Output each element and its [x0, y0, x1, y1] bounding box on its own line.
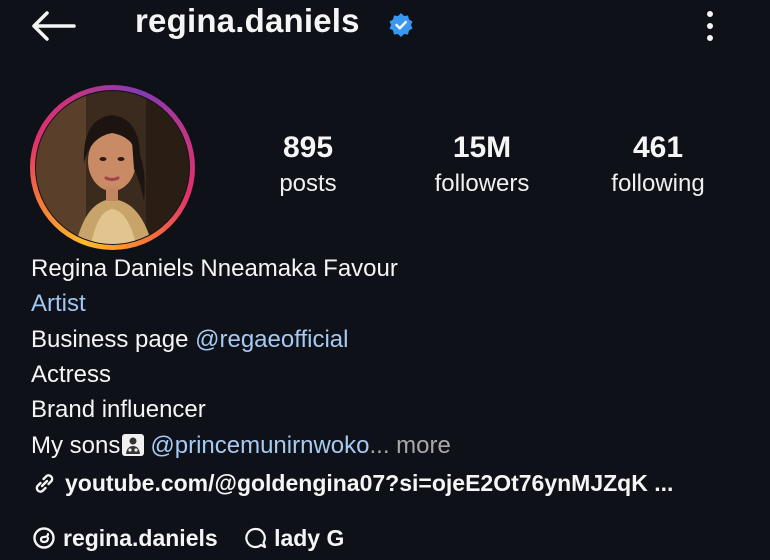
- following-count: 461: [632, 131, 684, 164]
- followers-count: 15M: [452, 131, 512, 164]
- threads-handle-link[interactable]: regina.daniels: [63, 525, 218, 551]
- bio-line-actress: Actress: [31, 361, 112, 388]
- sons-mention-link[interactable]: @princemunirnwoko: [150, 432, 369, 459]
- posts-count: 895: [282, 131, 334, 164]
- avatar[interactable]: [36, 91, 189, 244]
- bio-sons-text: My sons: [31, 432, 121, 459]
- baby-emoji-icon: [122, 434, 145, 456]
- link-icon: [35, 474, 54, 493]
- more-vertical-icon: [707, 11, 713, 41]
- profile-full-name: Regina Daniels Nneamaka Favour: [31, 255, 398, 282]
- following-stat[interactable]: 461 following: [578, 130, 738, 202]
- posts-label: posts: [279, 170, 337, 197]
- external-link-text[interactable]: youtube.com/@goldengina07?si=ojeE2Ot76yn…: [65, 470, 673, 496]
- nickname-label: lady G: [274, 525, 345, 551]
- threads-icon: [33, 527, 55, 549]
- followers-stat[interactable]: 15M followers: [402, 130, 562, 202]
- verified-badge-icon: [389, 13, 413, 37]
- bottom-badges-row: regina.daniels lady G: [31, 523, 344, 553]
- bio-line-business: Business page @regaeofficial: [31, 325, 348, 355]
- avatar-photo: [36, 91, 189, 244]
- chat-bubble-icon: [245, 527, 267, 549]
- following-label: following: [611, 170, 705, 197]
- business-mention-link[interactable]: @regaeofficial: [195, 326, 348, 353]
- profile-category: Artist: [31, 290, 86, 317]
- bio-line-sons: My sons @princemunirnwoko... more: [31, 431, 451, 461]
- more-options-button[interactable]: [700, 8, 720, 44]
- posts-stat[interactable]: 895 posts: [228, 130, 388, 202]
- bio-business-text: Business page: [31, 326, 196, 353]
- bio-line-influencer: Brand influencer: [31, 396, 206, 423]
- profile-username: regina.daniels: [135, 2, 360, 39]
- story-ring[interactable]: [30, 85, 195, 250]
- back-button[interactable]: [30, 10, 76, 42]
- arrow-left-icon: [32, 11, 76, 41]
- followers-label: followers: [434, 170, 530, 197]
- top-bar: regina.daniels: [0, 0, 770, 52]
- external-link-row[interactable]: youtube.com/@goldengina07?si=ojeE2Ot76yn…: [31, 468, 673, 498]
- bio-more-button[interactable]: ... more: [369, 432, 450, 459]
